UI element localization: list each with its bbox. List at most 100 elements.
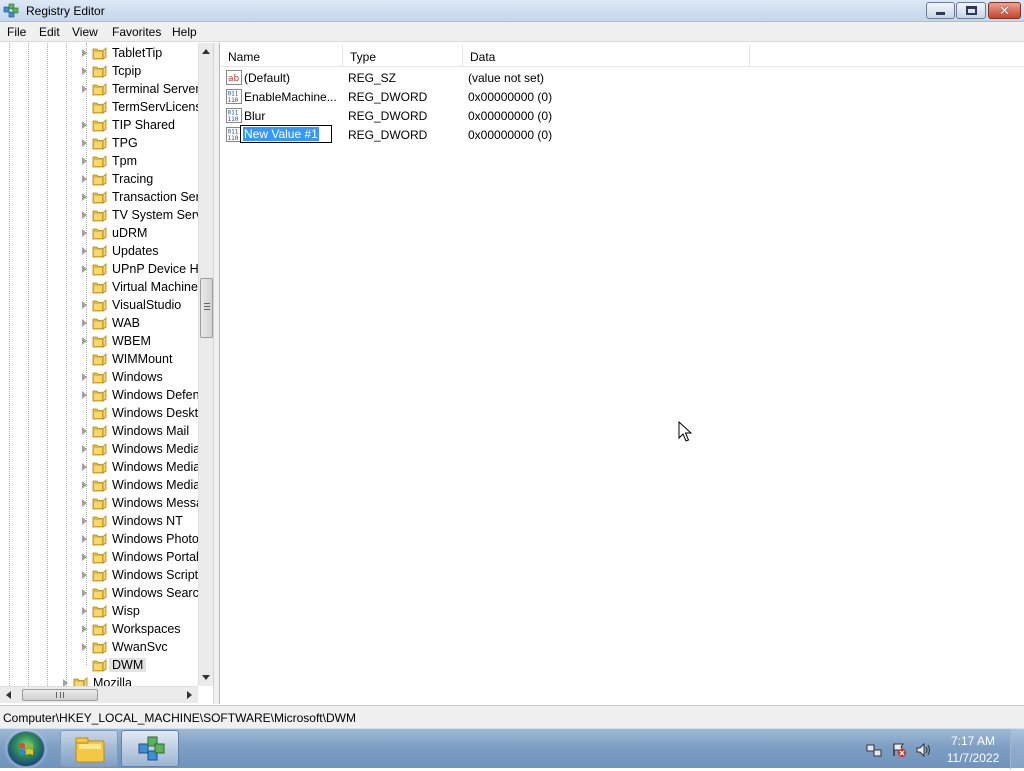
- tree-item[interactable]: Windows Mail: [79, 422, 189, 440]
- expand-arrow-icon[interactable]: [79, 570, 89, 580]
- tree-item[interactable]: uDRM: [79, 224, 147, 242]
- menu-view[interactable]: View: [72, 25, 98, 39]
- tree-item[interactable]: Windows Deskto: [79, 404, 205, 422]
- tree-item[interactable]: WBEM: [79, 332, 151, 350]
- expand-arrow-icon[interactable]: [79, 174, 89, 184]
- expand-arrow-icon[interactable]: [79, 606, 89, 616]
- tree-item[interactable]: Windows Search: [79, 584, 206, 602]
- expand-arrow-icon[interactable]: [79, 462, 89, 472]
- expand-arrow-icon[interactable]: [79, 480, 89, 490]
- tree-item[interactable]: Virtual Machine: [79, 278, 198, 296]
- expand-arrow-icon[interactable]: [79, 246, 89, 256]
- expand-arrow-icon[interactable]: [79, 156, 89, 166]
- expand-arrow-icon[interactable]: [79, 192, 89, 202]
- tree-item[interactable]: Windows: [79, 368, 163, 386]
- close-button[interactable]: ✕: [988, 2, 1021, 19]
- tree-vertical-scrollbar[interactable]: [198, 43, 213, 686]
- expand-arrow-icon[interactable]: [79, 390, 89, 400]
- expand-arrow-icon[interactable]: [79, 426, 89, 436]
- action-center-warning-icon[interactable]: [891, 742, 907, 758]
- tree-item[interactable]: WAB: [79, 314, 140, 332]
- tree-item[interactable]: Windows Portal: [79, 548, 199, 566]
- tree-item[interactable]: TPG: [79, 134, 138, 152]
- expand-arrow-icon[interactable]: [79, 48, 89, 58]
- scroll-right-arrow-icon[interactable]: [187, 691, 192, 699]
- taskbar-regedit-button[interactable]: [121, 730, 179, 767]
- tree-item[interactable]: Workspaces: [79, 620, 181, 638]
- expand-arrow-icon[interactable]: [79, 84, 89, 94]
- start-button[interactable]: [7, 731, 45, 767]
- tree-item[interactable]: Tracing: [79, 170, 153, 188]
- tree-item[interactable]: Windows Defen: [79, 386, 200, 404]
- show-desktop-button[interactable]: [1010, 729, 1024, 769]
- volume-icon[interactable]: [915, 742, 931, 758]
- expand-arrow-icon[interactable]: [79, 642, 89, 652]
- clock-time[interactable]: 7:17 AM: [944, 734, 1002, 748]
- tree-item[interactable]: Updates: [79, 242, 159, 260]
- tree-item[interactable]: Tpm: [79, 152, 137, 170]
- expand-arrow-icon[interactable]: [79, 534, 89, 544]
- pane-splitter[interactable]: [214, 43, 220, 704]
- network-icon[interactable]: [866, 742, 882, 758]
- minimize-button[interactable]: [926, 2, 955, 19]
- menu-file[interactable]: File: [7, 25, 26, 39]
- tree-item[interactable]: Windows Media: [79, 440, 200, 458]
- maximize-button[interactable]: [956, 2, 986, 19]
- registry-key-tree[interactable]: TabletTip Tcpip Terminal Server TermServLic…: [0, 43, 214, 704]
- expand-arrow-icon[interactable]: [79, 210, 89, 220]
- menu-favorites[interactable]: Favorites: [112, 25, 161, 39]
- taskbar-explorer-button[interactable]: [60, 730, 118, 767]
- tree-item[interactable]: Windows Photo: [79, 530, 199, 548]
- tree-horizontal-scroll-thumb[interactable]: [22, 689, 98, 701]
- expand-arrow-icon[interactable]: [79, 624, 89, 634]
- tree-item[interactable]: WIMMount: [79, 350, 172, 368]
- tree-item[interactable]: Tcpip: [79, 62, 141, 80]
- expand-arrow-icon[interactable]: [79, 552, 89, 562]
- expand-arrow-icon[interactable]: [79, 588, 89, 598]
- tree-item[interactable]: Wisp: [79, 602, 140, 620]
- tree-item[interactable]: VisualStudio: [79, 296, 181, 314]
- scroll-up-arrow-icon[interactable]: [202, 49, 210, 54]
- clock-date[interactable]: 11/7/2022: [944, 751, 1002, 765]
- tree-item-selected[interactable]: DWM: [79, 656, 147, 674]
- tree-item[interactable]: Transaction Serv: [79, 188, 206, 206]
- expand-arrow-icon[interactable]: [79, 336, 89, 346]
- rename-selected-text[interactable]: New Value #1: [243, 127, 319, 141]
- tree-item[interactable]: TermServLicens: [79, 98, 202, 116]
- tree-item[interactable]: Terminal Server: [79, 80, 200, 98]
- value-row[interactable]: 011 110 Blur REG_DWORD 0x00000000 (0): [221, 106, 1024, 125]
- tree-item[interactable]: WwanSvc: [79, 638, 168, 656]
- menu-help[interactable]: Help: [172, 25, 197, 39]
- expand-arrow-icon[interactable]: [79, 120, 89, 130]
- expand-arrow-icon[interactable]: [79, 300, 89, 310]
- tree-item[interactable]: Windows Media: [79, 476, 200, 494]
- tree-item[interactable]: Windows NT: [79, 512, 183, 530]
- expand-arrow-icon[interactable]: [79, 444, 89, 454]
- tree-item[interactable]: TV System Servi: [79, 206, 205, 224]
- scroll-down-arrow-icon[interactable]: [202, 675, 210, 680]
- expand-arrow-icon[interactable]: [79, 498, 89, 508]
- tree-item[interactable]: Windows Messa: [79, 494, 203, 512]
- tree-item[interactable]: UPnP Device Ho: [79, 260, 206, 278]
- tree-item[interactable]: Windows Media: [79, 458, 200, 476]
- tree-horizontal-scrollbar[interactable]: [0, 686, 198, 703]
- expand-arrow-icon[interactable]: [79, 516, 89, 526]
- expand-arrow-icon[interactable]: [79, 66, 89, 76]
- column-header-name[interactable]: Name: [221, 45, 343, 67]
- expand-arrow-icon[interactable]: [79, 372, 89, 382]
- column-header-data[interactable]: Data: [463, 45, 750, 67]
- expand-arrow-icon[interactable]: [79, 138, 89, 148]
- tree-item[interactable]: TIP Shared: [79, 116, 175, 134]
- column-header-type[interactable]: Type: [343, 45, 463, 67]
- rename-value-input[interactable]: New Value #1: [240, 125, 332, 143]
- menu-edit[interactable]: Edit: [39, 25, 60, 39]
- title-bar[interactable]: Registry Editor ✕: [0, 0, 1024, 22]
- value-row-editing[interactable]: 011 110 New Value #1 REG_DWORD 0x0000000…: [221, 125, 1024, 144]
- value-row[interactable]: ab (Default) REG_SZ (value not set): [221, 68, 1024, 87]
- tree-item[interactable]: Windows Script: [79, 566, 198, 584]
- registry-values-list[interactable]: Name Type Data ab (Default) REG_SZ (valu…: [221, 43, 1024, 704]
- value-row[interactable]: 011 110 EnableMachine... REG_DWORD 0x000…: [221, 87, 1024, 106]
- tree-vertical-scroll-thumb[interactable]: [200, 278, 213, 338]
- tree-item[interactable]: TabletTip: [79, 44, 162, 62]
- expand-arrow-icon[interactable]: [79, 228, 89, 238]
